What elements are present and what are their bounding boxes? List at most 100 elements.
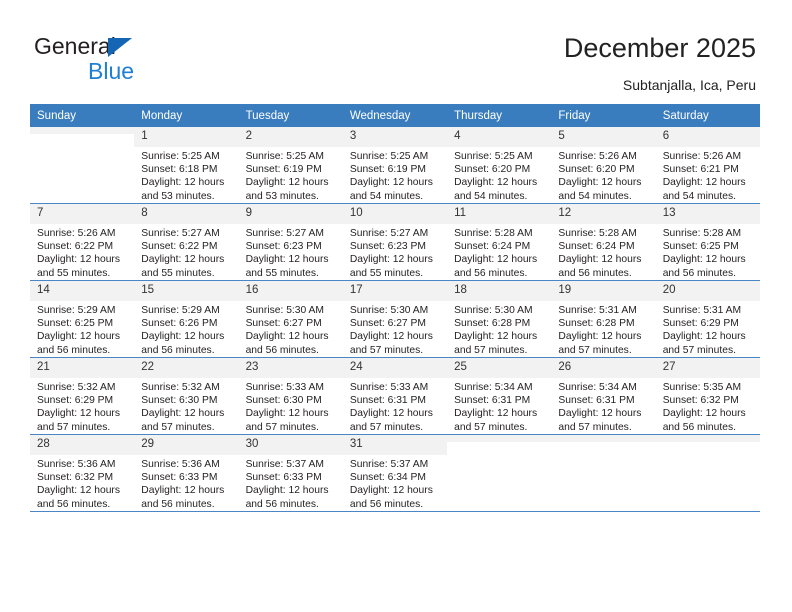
day-number: 15: [134, 281, 239, 301]
sunset-text: Sunset: 6:25 PM: [37, 318, 114, 330]
daylight-text-line1: Daylight: 12 hours: [349, 331, 433, 343]
daylight-text-line1: Daylight: 12 hours: [141, 331, 225, 343]
daylight-text-line1: Daylight: 12 hours: [454, 254, 538, 266]
day-details: Sunrise: 5:31 AM Sunset: 6:28 PM Daylight:…: [551, 301, 655, 357]
sunrise-text: Sunrise: 5:34 AM: [454, 382, 533, 393]
calendar-day-cell[interactable]: 12 Sunrise: 5:28 AM Sunset: 6:24 PM Dayligh…: [551, 203, 656, 281]
daylight-text-line2: and 57 minutes.: [141, 421, 215, 433]
calendar-day-cell[interactable]: 15 Sunrise: 5:29 AM Sunset: 6:26 PM Dayligh…: [134, 280, 239, 358]
sunrise-text: Sunrise: 5:36 AM: [141, 459, 220, 470]
calendar-day-cell[interactable]: 3 Sunrise: 5:25 AM Sunset: 6:19 PM Daylight…: [342, 127, 448, 204]
calendar-day-cell[interactable]: 6 Sunrise: 5:26 AM Sunset: 6:21 PM Daylight…: [655, 127, 760, 204]
daylight-text-line1: Daylight: 12 hours: [349, 254, 433, 266]
calendar-day-cell[interactable]: 25 Sunrise: 5:34 AM Sunset: 6:31 PM Dayligh…: [447, 357, 552, 435]
day-number: 2: [238, 127, 343, 147]
day-details: Sunrise: 5:28 AM Sunset: 6:24 PM Daylight:…: [551, 224, 655, 280]
calendar-day-cell[interactable]: 26 Sunrise: 5:34 AM Sunset: 6:31 PM Dayligh…: [551, 357, 656, 435]
daylight-text-line2: and 56 minutes.: [662, 421, 736, 433]
calendar-day-cell[interactable]: 28 Sunrise: 5:36 AM Sunset: 6:32 PM Dayligh…: [30, 434, 135, 512]
calendar-day-cell[interactable]: 30 Sunrise: 5:37 AM Sunset: 6:33 PM Dayligh…: [238, 434, 343, 512]
daylight-text-line2: and 56 minutes.: [349, 498, 424, 510]
day-number: 20: [655, 281, 760, 301]
sunrise-text: Sunrise: 5:30 AM: [454, 305, 533, 316]
sunset-text: Sunset: 6:28 PM: [454, 318, 531, 330]
calendar-day-cell[interactable]: 23 Sunrise: 5:33 AM Sunset: 6:30 PM Dayligh…: [238, 357, 343, 435]
logo-triangle-icon: [108, 38, 132, 57]
sunset-text: Sunset: 6:24 PM: [558, 241, 635, 253]
calendar-day-cell[interactable]: 4 Sunrise: 5:25 AM Sunset: 6:20 PM Daylight…: [447, 127, 552, 204]
calendar-day-cell[interactable]: 16 Sunrise: 5:30 AM Sunset: 6:27 PM Dayligh…: [238, 280, 343, 358]
calendar-day-cell[interactable]: 2 Sunrise: 5:25 AM Sunset: 6:19 PM Daylight…: [238, 127, 343, 204]
calendar-day-cell[interactable]: 5 Sunrise: 5:26 AM Sunset: 6:20 PM Daylight…: [551, 127, 656, 204]
calendar-day-cell[interactable]: 27 Sunrise: 5:35 AM Sunset: 6:32 PM Dayligh…: [655, 357, 760, 435]
calendar-day-cell[interactable]: 10 Sunrise: 5:27 AM Sunset: 6:23 PM Dayligh…: [342, 203, 448, 281]
daylight-text-line1: Daylight: 12 hours: [37, 408, 120, 420]
calendar-day-cell[interactable]: 9 Sunrise: 5:27 AM Sunset: 6:23 PM Daylight…: [238, 203, 343, 281]
sunrise-text: Sunrise: 5:30 AM: [245, 305, 324, 316]
calendar-day-cell[interactable]: 22 Sunrise: 5:32 AM Sunset: 6:30 PM Dayligh…: [134, 357, 239, 435]
calendar-day-cell[interactable]: 19 Sunrise: 5:31 AM Sunset: 6:28 PM Dayligh…: [551, 280, 656, 358]
day-details: Sunrise: 5:36 AM Sunset: 6:32 PM Daylight:…: [30, 455, 134, 511]
calendar-day-cell[interactable]: 11 Sunrise: 5:28 AM Sunset: 6:24 PM Dayligh…: [447, 203, 552, 281]
sunrise-text: Sunrise: 5:27 AM: [141, 228, 220, 239]
calendar-day-cell[interactable]: 29 Sunrise: 5:36 AM Sunset: 6:33 PM Dayligh…: [134, 434, 239, 512]
sunrise-text: Sunrise: 5:29 AM: [141, 305, 220, 316]
day-details: Sunrise: 5:31 AM Sunset: 6:29 PM Daylight:…: [656, 301, 760, 357]
calendar-day-cell[interactable]: 24 Sunrise: 5:33 AM Sunset: 6:31 PM Dayligh…: [342, 357, 448, 435]
daylight-text-line2: and 54 minutes.: [349, 190, 424, 202]
daylight-text-line1: Daylight: 12 hours: [662, 254, 746, 266]
daylight-text-line1: Daylight: 12 hours: [558, 177, 642, 189]
day-details: Sunrise: 5:25 AM Sunset: 6:19 PM Daylight:…: [343, 147, 447, 203]
calendar-week-row: 14 Sunrise: 5:29 AM Sunset: 6:25 PM Dayligh…: [30, 280, 760, 358]
daylight-text-line2: and 56 minutes.: [141, 344, 215, 356]
logo-text-blue: Blue: [88, 58, 135, 84]
sunrise-text: Sunrise: 5:33 AM: [245, 382, 324, 393]
calendar-week-row: 1 Sunrise: 5:25 AM Sunset: 6:18 PM Daylight…: [30, 127, 760, 204]
sunset-text: Sunset: 6:32 PM: [37, 472, 114, 484]
weekday-header-wednesday: Wednesday: [342, 104, 448, 127]
calendar-day-cell[interactable]: 8 Sunrise: 5:27 AM Sunset: 6:22 PM Daylight…: [134, 203, 239, 281]
sunrise-text: Sunrise: 5:31 AM: [662, 305, 742, 316]
calendar-day-cell-empty: [30, 127, 135, 204]
day-number: 10: [342, 204, 448, 224]
daylight-text-line1: Daylight: 12 hours: [558, 408, 642, 420]
sunrise-text: Sunrise: 5:36 AM: [37, 459, 116, 470]
calendar-day-cell[interactable]: 18 Sunrise: 5:30 AM Sunset: 6:28 PM Dayligh…: [447, 280, 552, 358]
sunset-text: Sunset: 6:19 PM: [349, 164, 426, 176]
daylight-text-line2: and 56 minutes.: [454, 267, 528, 279]
daylight-text-line2: and 57 minutes.: [37, 421, 111, 433]
calendar-day-cell[interactable]: 13 Sunrise: 5:28 AM Sunset: 6:25 PM Dayligh…: [655, 203, 760, 281]
daylight-text-line2: and 56 minutes.: [245, 498, 319, 510]
logo-text-general: General: [34, 33, 116, 59]
sunset-text: Sunset: 6:19 PM: [245, 164, 322, 176]
day-number: 9: [238, 204, 343, 224]
day-number: 8: [134, 204, 239, 224]
calendar-day-cell[interactable]: 7 Sunrise: 5:26 AM Sunset: 6:22 PM Daylight…: [30, 203, 135, 281]
sunset-text: Sunset: 6:27 PM: [245, 318, 322, 330]
weekday-header-saturday: Saturday: [655, 104, 760, 127]
daylight-text-line2: and 57 minutes.: [558, 344, 632, 356]
day-number: [447, 435, 552, 442]
calendar-day-cell[interactable]: 20 Sunrise: 5:31 AM Sunset: 6:29 PM Dayligh…: [655, 280, 760, 358]
calendar-day-cell[interactable]: 1 Sunrise: 5:25 AM Sunset: 6:18 PM Daylight…: [134, 127, 239, 204]
daylight-text-line1: Daylight: 12 hours: [245, 408, 329, 420]
day-details: Sunrise: 5:26 AM Sunset: 6:21 PM Daylight:…: [656, 147, 760, 203]
sunrise-text: Sunrise: 5:37 AM: [349, 459, 429, 470]
calendar-day-cell-empty: [447, 434, 552, 512]
sunset-text: Sunset: 6:33 PM: [245, 472, 322, 484]
calendar-day-cell[interactable]: 31 Sunrise: 5:37 AM Sunset: 6:34 PM Dayligh…: [342, 434, 448, 512]
daylight-text-line2: and 56 minutes.: [558, 267, 632, 279]
calendar-day-cell[interactable]: 21 Sunrise: 5:32 AM Sunset: 6:29 PM Dayligh…: [30, 357, 135, 435]
daylight-text-line2: and 56 minutes.: [37, 498, 111, 510]
calendar-day-cell[interactable]: 17 Sunrise: 5:30 AM Sunset: 6:27 PM Dayligh…: [342, 280, 448, 358]
sunset-text: Sunset: 6:24 PM: [454, 241, 531, 253]
sunset-text: Sunset: 6:27 PM: [349, 318, 426, 330]
day-number: 12: [551, 204, 656, 224]
calendar-day-cell[interactable]: 14 Sunrise: 5:29 AM Sunset: 6:25 PM Dayligh…: [30, 280, 135, 358]
day-details: Sunrise: 5:33 AM Sunset: 6:30 PM Daylight:…: [239, 378, 343, 434]
daylight-text-line1: Daylight: 12 hours: [141, 177, 225, 189]
sunrise-text: Sunrise: 5:34 AM: [558, 382, 637, 393]
daylight-text-line2: and 57 minutes.: [558, 421, 632, 433]
day-details: Sunrise: 5:37 AM Sunset: 6:34 PM Daylight:…: [343, 455, 447, 511]
sunset-text: Sunset: 6:28 PM: [558, 318, 635, 330]
